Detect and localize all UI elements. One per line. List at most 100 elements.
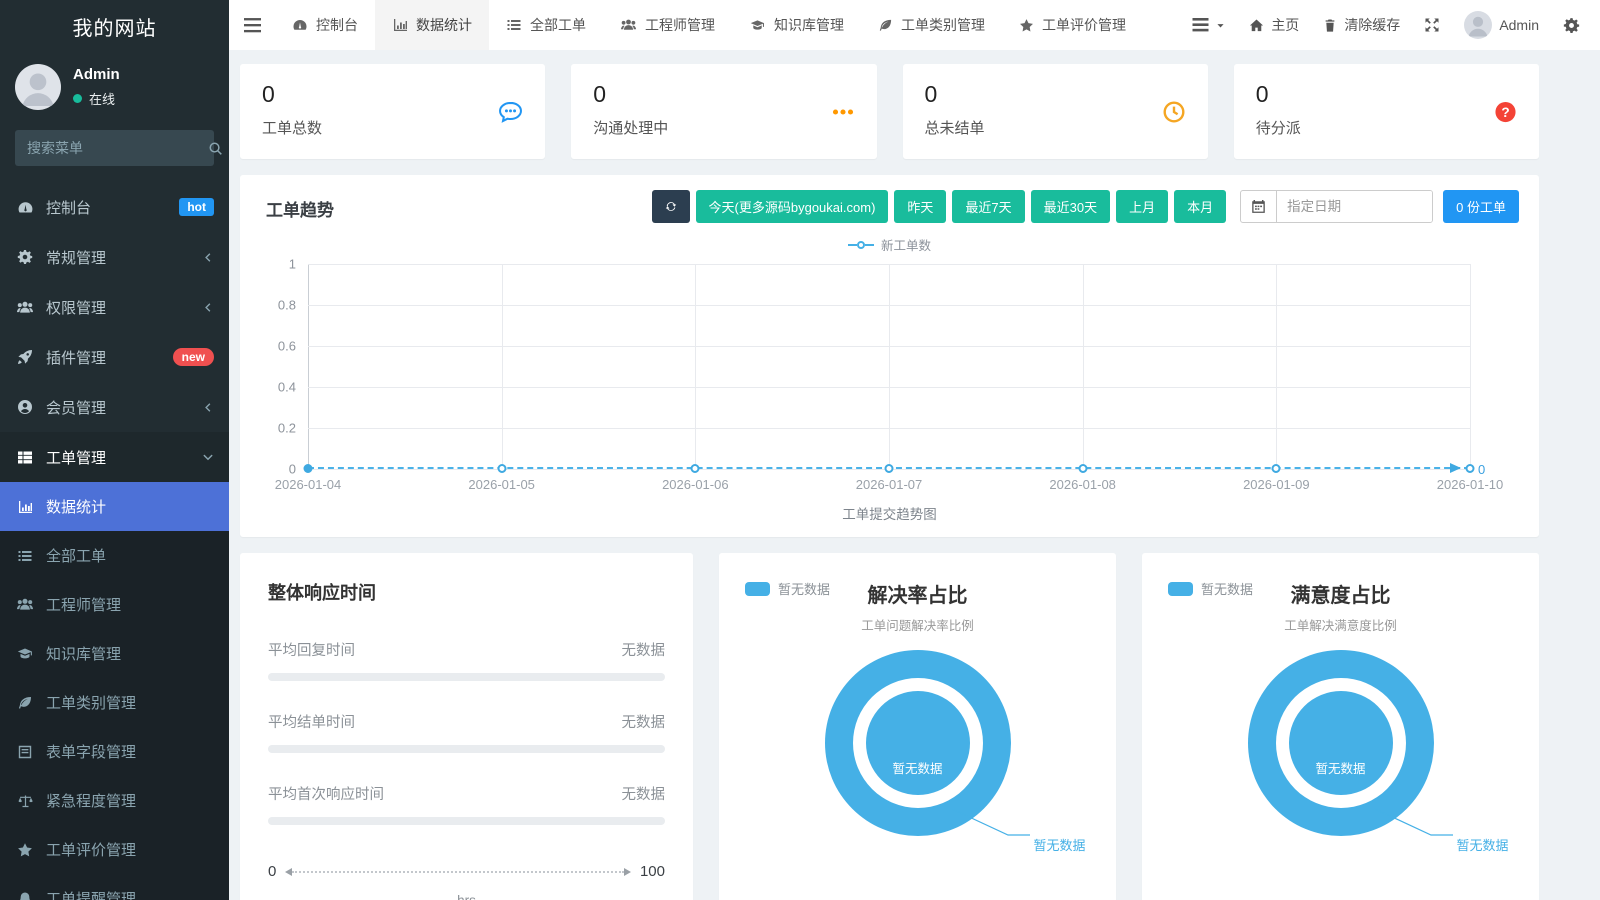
tab-dashboard[interactable]: 控制台: [275, 0, 375, 50]
bar-chart-icon: [392, 17, 408, 33]
tab-categories[interactable]: 工单类别管理: [861, 0, 1002, 50]
tab-label: 工单评价管理: [1042, 15, 1126, 35]
x-tick-label: 2026-01-06: [662, 477, 729, 492]
trend-chart-card: 工单趋势 今天(更多源码bygoukai.com) 昨天 最近7天 最近30天 …: [240, 175, 1539, 537]
x-axis-labels: 2026-01-04 2026-01-05 2026-01-06 2026-01…: [308, 477, 1470, 494]
search-icon[interactable]: [208, 141, 223, 156]
chevron-down-icon: [202, 451, 214, 463]
gear-icon: [1563, 17, 1580, 34]
donut-center-label: 暂无数据: [1315, 758, 1365, 777]
settings-button[interactable]: [1563, 17, 1580, 34]
x-axis-title: 工单提交趋势图: [260, 503, 1519, 523]
sidebar-item-label: 工单评价管理: [46, 839, 136, 860]
topbar: 控制台 数据统计 全部工单 工程师管理 知识库管理 工单类别管理: [229, 0, 1600, 50]
range-today-button[interactable]: 今天(更多源码bygoukai.com): [696, 190, 889, 223]
tab-engineers[interactable]: 工程师管理: [603, 0, 732, 50]
range-last-month-button[interactable]: 上月: [1116, 190, 1168, 223]
sidebar-item-general[interactable]: 常规管理: [0, 232, 229, 282]
metric-value: 无数据: [622, 783, 666, 804]
bell-icon: [15, 891, 35, 900]
sidebar-item-members[interactable]: 会员管理: [0, 382, 229, 432]
date-input[interactable]: [1277, 191, 1432, 222]
chart-controls: 今天(更多源码bygoukai.com) 昨天 最近7天 最近30天 上月 本月…: [652, 190, 1519, 223]
range-this-month-button[interactable]: 本月: [1174, 190, 1226, 223]
user-menu[interactable]: Admin: [1464, 11, 1539, 39]
sidebar-item-urgency[interactable]: 紧急程度管理: [0, 776, 229, 825]
dashboard-icon: [292, 17, 308, 33]
topbar-tabs: 控制台 数据统计 全部工单 工程师管理 知识库管理 工单类别管理: [275, 0, 1143, 50]
home-button[interactable]: 主页: [1249, 15, 1299, 35]
sidebar-toggle-button[interactable]: [229, 0, 275, 50]
tab-knowledge-base[interactable]: 知识库管理: [732, 0, 861, 50]
tab-label: 工程师管理: [645, 15, 715, 35]
refresh-button[interactable]: [652, 190, 690, 223]
hamburger-icon: [244, 18, 261, 33]
sidebar-item-workorders[interactable]: 工单管理: [0, 432, 229, 482]
nav-menu-dropdown[interactable]: [1192, 18, 1225, 32]
metric-value: 无数据: [622, 639, 666, 660]
menu-search-input[interactable]: [27, 140, 208, 156]
legend-swatch-icon: [745, 582, 770, 596]
tab-ratings[interactable]: 工单评价管理: [1002, 0, 1143, 50]
tab-statistics[interactable]: 数据统计: [375, 0, 489, 50]
bottom-row: 整体响应时间 平均回复时间 无数据 平均结单时间 无数据: [240, 553, 1539, 900]
fullscreen-button[interactable]: [1424, 17, 1440, 33]
sidebar-item-engineers[interactable]: 工程师管理: [0, 580, 229, 629]
sidebar-item-all-workorders[interactable]: 全部工单: [0, 531, 229, 580]
tab-all-workorders[interactable]: 全部工单: [489, 0, 603, 50]
sidebar-item-form-fields[interactable]: 表单字段管理: [0, 727, 229, 776]
callout-line: [950, 807, 1034, 843]
sidebar-item-dashboard[interactable]: 控制台 hot: [0, 182, 229, 232]
sidebar-item-statistics[interactable]: 数据统计: [0, 482, 229, 531]
sidebar-item-label: 表单字段管理: [46, 741, 136, 762]
metric-value: 无数据: [622, 711, 666, 732]
scale-max: 100: [640, 863, 665, 880]
stat-value: 0: [593, 81, 854, 108]
pie-legend[interactable]: 暂无数据: [745, 579, 830, 598]
line-arrow-icon: [1450, 463, 1461, 473]
scale-min: 0: [268, 863, 276, 880]
brand-title: 我的网站: [0, 0, 229, 52]
sidebar-item-permissions[interactable]: 权限管理: [0, 282, 229, 332]
users-icon: [620, 17, 637, 33]
online-dot-icon: [73, 94, 82, 103]
range-30days-button[interactable]: 最近30天: [1031, 190, 1110, 223]
response-row: 平均首次响应时间 无数据: [268, 783, 665, 825]
sidebar: 我的网站 Admin 在线 控制台 hot 常规管理: [0, 0, 229, 900]
data-point: [1466, 464, 1475, 473]
calendar-icon[interactable]: [1241, 191, 1277, 222]
callout-label: 暂无数据: [1034, 835, 1086, 854]
pie-legend[interactable]: 暂无数据: [1168, 579, 1253, 598]
sidebar-search: [15, 130, 214, 166]
sidebar-item-label: 全部工单: [46, 545, 106, 566]
pie-subtitle: 工单解决满意度比例: [1142, 615, 1539, 634]
form-fields-icon: [15, 744, 35, 760]
stat-value: 0: [1256, 81, 1517, 108]
clear-cache-button[interactable]: 清除缓存: [1323, 15, 1400, 35]
workorder-count-button[interactable]: 0 份工单: [1443, 190, 1519, 223]
stat-card-total: 0 工单总数: [240, 64, 545, 159]
gears-icon: [15, 249, 35, 265]
data-point: [304, 464, 313, 473]
response-row: 平均回复时间 无数据: [268, 639, 665, 681]
x-tick-label: 2026-01-05: [468, 477, 535, 492]
sidebar-item-ratings[interactable]: 工单评价管理: [0, 825, 229, 874]
users-icon: [15, 596, 35, 613]
user-status: 在线: [73, 89, 120, 108]
y-tick-label: 0.4: [278, 380, 296, 395]
pie-subtitle: 工单问题解决率比例: [719, 615, 1116, 634]
data-point: [885, 464, 894, 473]
workorders-submenu: 数据统计 全部工单 工程师管理 知识库管理 工单类别管理 表单字段管理: [0, 482, 229, 900]
menu-bars-icon: [1192, 18, 1209, 32]
sidebar-item-categories[interactable]: 工单类别管理: [0, 678, 229, 727]
y-tick-label: 0.2: [278, 421, 296, 436]
progress-bar: [268, 817, 665, 825]
chart-legend[interactable]: 新工单数: [260, 235, 1519, 254]
range-7days-button[interactable]: 最近7天: [952, 190, 1024, 223]
sidebar-item-knowledge-base[interactable]: 知识库管理: [0, 629, 229, 678]
range-yesterday-button[interactable]: 昨天: [894, 190, 946, 223]
scale-left-arrow-icon: [285, 868, 292, 876]
sidebar-item-reminders[interactable]: 工单提醒管理: [0, 874, 229, 900]
sidebar-item-plugins[interactable]: 插件管理 new: [0, 332, 229, 382]
refresh-icon: [665, 199, 677, 214]
